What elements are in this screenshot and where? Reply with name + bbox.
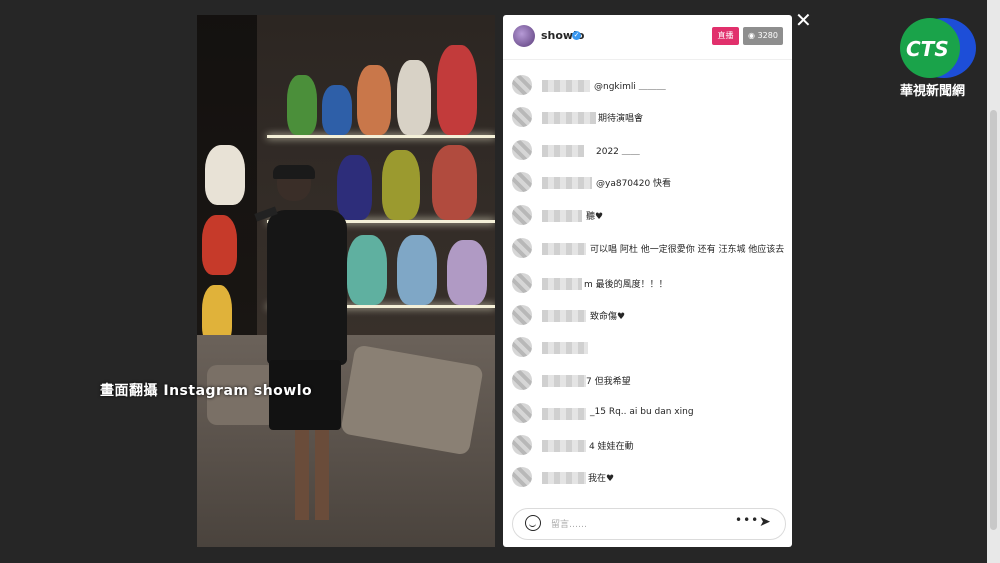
sofa-cushion <box>340 344 484 456</box>
comment-input-bar: 留言…… ••• ➤ <box>512 508 786 540</box>
comment-text: @ya870420 快看 <box>596 179 672 189</box>
comment-username <box>542 243 586 255</box>
comment-text: 致命傷♥ <box>590 312 626 322</box>
send-icon[interactable]: ➤ <box>759 514 771 530</box>
viewer-backdrop: 畫面翻攝 Instagram showlo showlo ✓ 直播 ◉ 3280… <box>0 0 1000 563</box>
comment-username <box>542 342 588 354</box>
avatar <box>512 273 532 293</box>
comment-username <box>542 408 586 420</box>
comment-username <box>542 210 582 222</box>
bearbrick-figure <box>322 85 352 135</box>
avatar <box>512 370 532 390</box>
avatar <box>512 403 532 423</box>
list-item: 聽♥ <box>512 201 790 227</box>
sofa <box>197 335 495 547</box>
list-item: 4 娃娃在動 <box>512 431 790 457</box>
list-item: 期待演唱會 <box>512 103 790 129</box>
list-item: 致命傷♥ <box>512 301 790 327</box>
avatar <box>512 238 532 258</box>
comment-text: _15 Rq.. ai bu dan xing <box>590 407 694 417</box>
comment-username <box>542 112 596 124</box>
comment-text: 2022 ＿＿ <box>596 147 640 157</box>
live-video[interactable] <box>197 15 495 547</box>
bearbrick-figure <box>432 145 477 220</box>
avatar <box>512 107 532 127</box>
logo-name: CTS <box>906 37 949 61</box>
comment-text: 7 但我希望 <box>586 377 631 387</box>
bearbrick-figure <box>437 45 477 135</box>
comment-text: 我在♥ <box>588 474 615 484</box>
comment-username <box>542 375 586 387</box>
live-badge: 直播 <box>712 27 739 45</box>
scrollbar-thumb[interactable] <box>990 110 997 530</box>
avatar <box>512 435 532 455</box>
avatar <box>512 337 532 357</box>
eye-icon: ◉ <box>748 31 758 40</box>
comment-text: 可以唱 阿杜 他一定很愛你 还有 汪东城 他应该去 <box>590 245 785 255</box>
comment-username <box>542 440 586 452</box>
panel-header: showlo ✓ 直播 ◉ 3280 <box>503 15 792 60</box>
bearbrick-figure <box>337 155 372 220</box>
comment-username <box>542 278 582 290</box>
list-item: @ngkimli ＿＿＿ <box>512 71 790 97</box>
source-caption: 畫面翻攝 Instagram showlo <box>100 383 313 399</box>
viewer-count-badge: ◉ 3280 <box>743 27 783 45</box>
close-icon[interactable]: ✕ <box>795 8 812 32</box>
list-item: 可以唱 阿杜 他一定很愛你 还有 汪东城 他应该去 <box>512 234 790 260</box>
comment-username <box>542 177 592 189</box>
emoji-icon[interactable] <box>525 515 541 531</box>
bearbrick-figure <box>397 60 431 135</box>
bearbrick-figure <box>397 235 437 305</box>
shelf-light <box>267 135 495 138</box>
list-item: m 最後的風度！！！ <box>512 269 790 295</box>
list-item: 2022 ＿＿ <box>512 136 790 162</box>
logo-subtitle: 華視新聞網 <box>900 84 966 99</box>
comment-username <box>542 472 586 484</box>
comment-text: m 最後的風度！！！ <box>584 280 668 290</box>
comment-text: @ngkimli ＿＿＿ <box>594 82 666 92</box>
live-comments-panel: showlo ✓ 直播 ◉ 3280 @ngkimli ＿＿＿ 期待演唱會 20… <box>503 15 792 547</box>
avatar[interactable] <box>513 25 535 47</box>
bearbrick-figure <box>347 235 387 305</box>
bearbrick-figure <box>287 75 317 135</box>
comment-text: 聽♥ <box>586 212 604 222</box>
bearbrick-figure <box>202 215 237 275</box>
avatar <box>512 140 532 160</box>
list-item <box>512 333 790 359</box>
list-item: 我在♥ <box>512 463 790 489</box>
bearbrick-figure <box>382 150 420 220</box>
bearbrick-figure <box>447 240 487 305</box>
comment-username <box>542 310 586 322</box>
more-options-icon[interactable]: ••• <box>735 513 759 527</box>
bearbrick-figure <box>205 145 245 205</box>
comment-username <box>542 80 590 92</box>
avatar <box>512 205 532 225</box>
viewer-count: 3280 <box>757 31 778 40</box>
bearbrick-figure <box>357 65 391 135</box>
list-item: @ya870420 快看 <box>512 168 790 194</box>
avatar <box>512 75 532 95</box>
comment-text: 期待演唱會 <box>598 114 644 124</box>
comment-text: 4 娃娃在動 <box>589 442 634 452</box>
avatar <box>512 305 532 325</box>
scrollbar[interactable] <box>987 0 1000 563</box>
list-item: _15 Rq.. ai bu dan xing <box>512 399 790 425</box>
list-item: 7 但我希望 <box>512 366 790 392</box>
comment-input[interactable]: 留言…… <box>551 517 587 530</box>
cts-logo: CTS 華視新聞網 <box>900 18 982 100</box>
comment-list[interactable]: @ngkimli ＿＿＿ 期待演唱會 2022 ＿＿ @ya870420 快看 … <box>503 61 792 501</box>
verified-badge-icon: ✓ <box>572 31 581 40</box>
avatar <box>512 172 532 192</box>
comment-username <box>542 145 584 157</box>
avatar <box>512 467 532 487</box>
